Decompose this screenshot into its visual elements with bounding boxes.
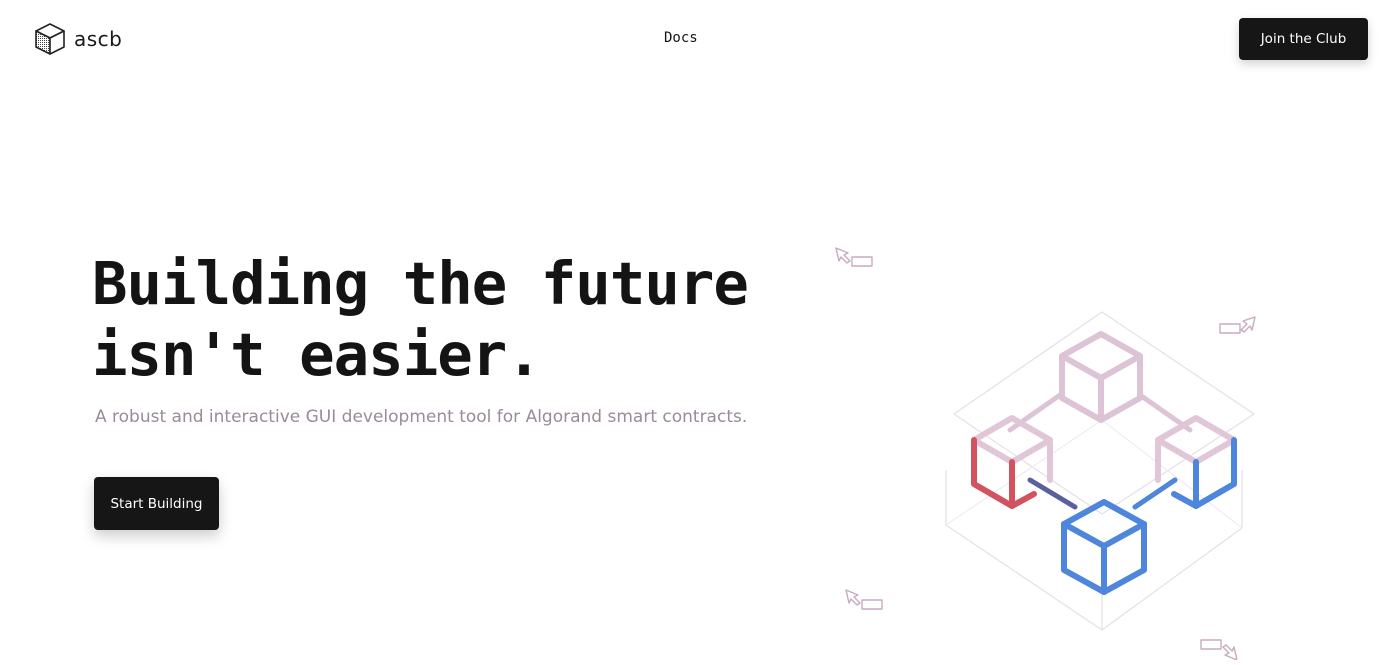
hero-title-suffix: . (506, 320, 542, 389)
hero-title-line-2: isn't easier. (92, 319, 748, 390)
cursor-arrow-icon (1200, 639, 1238, 660)
nav-link-docs[interactable]: Docs (664, 30, 698, 46)
hero-title: Building the future isn't easier. (92, 248, 749, 390)
hero-title-line-1: Building the future (92, 249, 749, 318)
logo-text: ascb (74, 27, 123, 51)
hero-subtitle: A robust and interactive GUI development… (95, 407, 748, 427)
cube-right (1155, 415, 1237, 509)
logo[interactable]: ascb (34, 22, 122, 56)
isometric-cubes-illustration (835, 247, 1256, 660)
hero-title-highlight-text: easier (299, 320, 507, 389)
start-building-button[interactable]: Start Building (94, 477, 219, 530)
cursor-arrow-icon (1219, 316, 1256, 334)
cube-logo-icon (35, 23, 65, 55)
cursor-arrow-icon (845, 589, 883, 610)
landing-page: ascb Docs Join the Club Building the fut… (0, 0, 1400, 665)
platform-outline (945, 311, 1256, 631)
cube-top (1059, 331, 1143, 423)
hero-title-highlight: easier (299, 319, 507, 390)
hero-title-prefix: isn't (92, 320, 300, 389)
join-the-club-button[interactable]: Join the Club (1239, 18, 1368, 60)
cube-bottom (1061, 499, 1147, 595)
cursor-arrow-icon (835, 247, 873, 267)
